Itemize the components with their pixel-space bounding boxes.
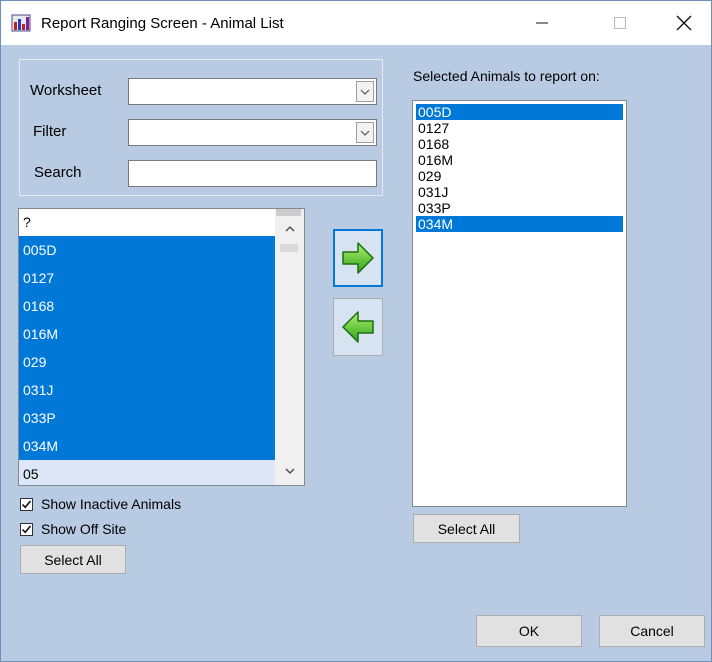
worksheet-label: Worksheet [30, 82, 102, 99]
worksheet-combo[interactable] [128, 78, 377, 105]
list-item[interactable]: ? [19, 209, 275, 236]
ok-button[interactable]: OK [476, 615, 582, 647]
list-item[interactable]: 0127 [19, 264, 275, 292]
selected-animals-list[interactable]: 005D 0127 0168 016M 029 031J 033P 034M [412, 100, 627, 507]
list-item[interactable]: 005D [19, 236, 275, 264]
list-item[interactable]: 0127 [416, 120, 623, 136]
list-item[interactable]: 033P [416, 200, 623, 216]
show-off-site-label: Show Off Site [41, 521, 127, 537]
list-item[interactable]: 031J [19, 376, 275, 404]
list-item[interactable]: 031J [416, 184, 623, 200]
scroll-track-mark [280, 244, 298, 252]
green-right-arrow-icon [342, 242, 374, 274]
list-item[interactable]: 029 [416, 168, 623, 184]
minimize-icon [536, 22, 548, 24]
list-item[interactable]: 034M [416, 216, 623, 232]
list-item[interactable]: 016M [19, 320, 275, 348]
add-to-selected-button[interactable] [333, 229, 383, 287]
selected-animals-label: Selected Animals to report on: [413, 68, 600, 84]
filter-group: Worksheet Filter Search [19, 59, 383, 196]
show-off-site-checkbox-row[interactable]: Show Off Site [20, 519, 126, 539]
maximize-button[interactable] [597, 1, 643, 45]
list-item[interactable]: 0168 [416, 136, 623, 152]
list-item[interactable]: 005D [416, 104, 623, 120]
list-item[interactable]: 034M [19, 432, 275, 460]
checkmark-icon [21, 499, 32, 508]
minimize-button[interactable] [519, 1, 565, 45]
list-item[interactable]: 029 [19, 348, 275, 376]
search-input[interactable] [128, 160, 377, 187]
dialog-content: Worksheet Filter Search ? 005D 0127 0168 016… [1, 45, 711, 661]
checkmark-icon [21, 524, 32, 533]
remove-from-selected-button[interactable] [333, 298, 383, 356]
select-all-available-button[interactable]: Select All [20, 545, 126, 574]
vertical-scrollbar[interactable] [275, 209, 304, 485]
show-off-site-checkbox[interactable] [20, 522, 33, 536]
maximize-icon [614, 17, 626, 29]
select-all-selected-button[interactable]: Select All [413, 514, 520, 543]
report-ranging-window: Report Ranging Screen - Animal List Work… [0, 0, 712, 662]
chevron-down-icon[interactable] [356, 81, 374, 102]
search-label: Search [34, 164, 82, 181]
filter-label: Filter [33, 123, 67, 140]
close-icon [676, 15, 692, 31]
filter-combo[interactable] [128, 119, 377, 146]
show-inactive-checkbox[interactable] [20, 497, 33, 511]
list-item[interactable]: 016M [416, 152, 623, 168]
list-item[interactable]: 05 [19, 460, 275, 485]
cancel-button[interactable]: Cancel [599, 615, 705, 647]
show-inactive-label: Show Inactive Animals [41, 496, 182, 512]
available-animals-list[interactable]: ? 005D 0127 0168 016M 029 031J 033P 034M 05 [18, 208, 305, 486]
list-item[interactable]: 0168 [19, 292, 275, 320]
show-inactive-checkbox-row[interactable]: Show Inactive Animals [20, 494, 181, 514]
report-chart-icon [11, 14, 31, 32]
close-button[interactable] [661, 1, 707, 45]
scroll-thumb[interactable] [276, 209, 301, 216]
chevron-down-icon[interactable] [275, 461, 304, 481]
window-title: Report Ranging Screen - Animal List [41, 15, 284, 32]
green-left-arrow-icon [342, 311, 374, 343]
chevron-up-icon[interactable] [275, 219, 304, 239]
chevron-down-icon[interactable] [356, 122, 374, 143]
title-bar[interactable]: Report Ranging Screen - Animal List [1, 1, 711, 45]
list-item[interactable]: 033P [19, 404, 275, 432]
